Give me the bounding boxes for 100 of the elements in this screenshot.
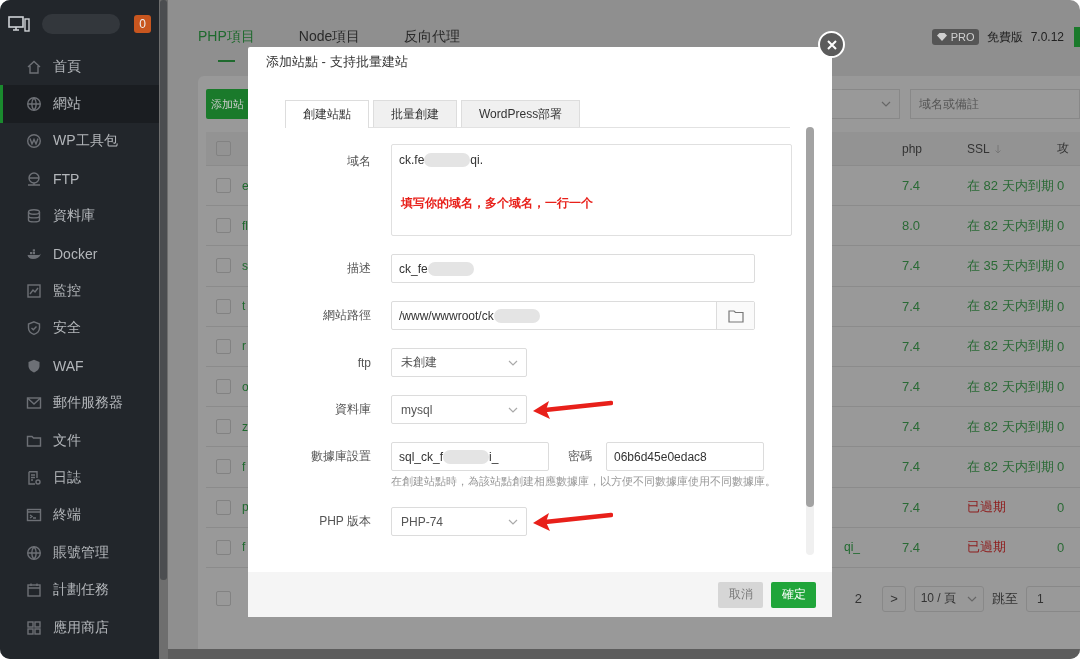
jump-label: 跳至 [992,589,1018,608]
field-label: 數據庫設置 [310,448,371,465]
version-label: 7.0.12 [1030,30,1064,44]
site-name[interactable]: f [242,459,246,474]
next-page-button[interactable]: > [882,585,906,612]
site-name[interactable]: qi_ [844,540,860,555]
site-name[interactable]: p [242,500,249,515]
field-value: qi. [470,153,484,167]
ssl-status[interactable]: 在 82 天内到期 [967,417,1054,436]
site-name[interactable]: fl [242,218,248,233]
description-field[interactable]: ck_fe [391,254,755,283]
database-select[interactable]: mysql [391,395,527,424]
table-cell: 7.4 [902,379,921,395]
domain-textarea[interactable]: ck.fe qi. 填写你的域名，多个域名，一行一个 [391,144,792,236]
sidebar-item[interactable]: 監控 [0,272,159,310]
sidebar-item[interactable]: 資料庫 [0,197,159,235]
grid-icon [26,619,42,636]
edition-label: 免費版 [986,28,1023,46]
redaction-blur [493,308,540,323]
column-header[interactable]: php [902,141,923,156]
site-name[interactable]: s [242,258,248,273]
sidebar-item[interactable]: 安全 [0,309,159,348]
annotation-text: 填写你的域名，多个域名，一行一个 [399,195,594,212]
table-cell: 7.4 [902,459,921,475]
dialog-tab[interactable]: 批量創建 [373,100,457,127]
sidebar-item[interactable]: WP工具包 [0,122,159,161]
database-icon [26,208,42,225]
sidebar-item[interactable]: 計劃任務 [0,571,159,609]
sidebar-item[interactable]: Docker [0,234,159,273]
sidebar-item[interactable]: 郵件服務器 [0,384,159,422]
sort-arrow-icon [993,143,1002,154]
path-field[interactable]: /www/wwwroot/ck [391,301,755,330]
confirm-button[interactable]: 確定 [771,581,816,608]
table-cell: 7.4 [902,338,921,354]
sidebar-item[interactable]: FTP [0,160,159,198]
table-cell: 8.0 [902,218,921,234]
column-header[interactable]: 攻 [1057,140,1069,157]
password-field[interactable]: 06b6d45e0edac8 [606,442,764,471]
dialog-tab[interactable]: WordPress部署 [461,100,581,127]
table-cell: 0 [1057,419,1065,435]
ssl-status[interactable]: 在 82 天内到期 [967,297,1054,316]
search-field[interactable]: 域名或備註 [910,89,1080,119]
ssl-status[interactable]: 已過期 [967,538,1006,557]
redaction-blur [427,261,474,276]
site-name[interactable]: t [242,299,246,314]
field-label: 描述 [346,260,371,277]
ssl-status[interactable]: 在 82 天内到期 [967,337,1054,356]
page-jump-field[interactable]: 1 [1026,585,1080,612]
browse-button[interactable] [716,302,754,329]
dialog-title: 添加站點 - 支持批量建站 [265,53,409,71]
ssl-status[interactable]: 在 82 天内到期 [967,457,1054,476]
ssl-status[interactable]: 在 35 天内到期 [967,256,1054,275]
mail-icon [26,395,42,412]
terminal-icon [26,507,42,524]
sidebar-item[interactable]: 賬號管理 [0,534,159,572]
field-label: 域名 [346,153,371,170]
ssl-status[interactable]: 在 82 天内到期 [967,377,1054,396]
partial-button[interactable] [1074,27,1080,47]
globe-icon [26,96,42,113]
page-size-select[interactable]: 10 / 頁 [914,585,984,612]
add-site-button[interactable]: 添加站 [206,89,248,119]
site-name[interactable]: r [242,339,246,354]
chevron-down-icon [508,359,518,366]
sidebar-item[interactable]: 首頁 [0,48,159,86]
ssl-status[interactable]: 已過期 [967,498,1006,517]
site-name[interactable]: e [242,178,249,193]
chevron-down-icon [881,101,891,107]
sidebar-item[interactable]: 日誌 [0,459,159,497]
sidebar-item[interactable]: 應用商店 [0,608,159,647]
database-user-field[interactable]: sql_ck_f i_ [391,442,549,471]
notification-badge[interactable]: 0 [134,15,151,33]
field-value: i_ [489,449,499,464]
sidebar-item[interactable]: WAF [0,347,159,385]
diamond-icon [935,32,948,42]
php-version-select[interactable]: PHP-74 [391,507,527,536]
circle-icon [26,133,42,150]
site-name[interactable]: f [242,540,246,555]
monitor-icon [8,16,30,32]
dialog-tab[interactable]: 創建站點 [285,100,369,128]
site-name[interactable]: z [242,419,248,434]
ssl-status[interactable]: 在 82 天内到期 [967,176,1054,195]
page-number[interactable]: 2 [842,591,874,607]
ssl-status[interactable]: 在 82 天内到期 [967,216,1054,235]
site-name[interactable]: o [242,379,249,394]
ftp-select[interactable]: 未創建 [391,348,527,377]
home-icon [26,58,42,75]
field-label: PHP 版本 [318,513,371,530]
sidebar-item[interactable]: 網站 [0,85,159,123]
table-cell: 0 [1057,459,1065,475]
shield-icon [26,320,42,337]
table-cell: 0 [1057,499,1065,515]
sidebar-item[interactable]: 終端 [0,496,159,535]
server-icon [26,170,42,187]
monitor-chart-icon [26,283,42,300]
field-label: 網站路徑 [322,307,371,324]
column-header[interactable]: SSL [967,141,990,156]
close-button[interactable] [818,31,845,58]
close-icon [826,39,837,50]
table-cell: 7.4 [902,258,921,274]
sidebar-item[interactable]: 文件 [0,421,159,460]
